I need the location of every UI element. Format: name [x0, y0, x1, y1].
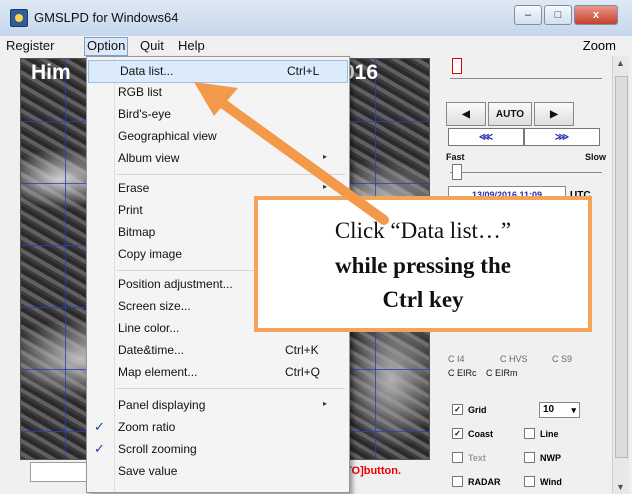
- checkbox-box: [524, 476, 535, 487]
- checkbox-box: [452, 452, 463, 463]
- prev-button[interactable]: ◀: [446, 102, 486, 126]
- fast-forward-button[interactable]: ⋙: [524, 128, 600, 146]
- callout-line-1: Click “Data list…”: [334, 218, 512, 243]
- next-button[interactable]: ▶: [534, 102, 574, 126]
- checkbox-box: [452, 476, 463, 487]
- instruction-callout: Click “Data list…” while pressing the Ct…: [254, 196, 592, 332]
- menu-item-panel-displaying[interactable]: Panel displaying ▸: [87, 395, 349, 416]
- checkmark-icon: ✓: [94, 419, 105, 434]
- checkbox-box: [524, 428, 535, 439]
- playback-buttons: ◀ AUTO ▶: [446, 102, 574, 126]
- close-button[interactable]: x: [574, 5, 618, 25]
- menu-item-album-view[interactable]: Album view ▸: [87, 148, 349, 169]
- submenu-arrow-icon: ▸: [323, 152, 328, 161]
- maximize-button[interactable]: □: [544, 5, 572, 25]
- app-window: GMSLPD for Windows64 – □ x Register Opti…: [0, 0, 632, 494]
- submenu-arrow-icon: ▸: [323, 182, 328, 191]
- radio-hvs[interactable]: C HVS: [500, 354, 528, 364]
- menu-option[interactable]: Option: [84, 37, 129, 56]
- auto-button[interactable]: AUTO: [488, 102, 532, 126]
- fast-label: Fast: [446, 152, 465, 162]
- slow-label: Slow: [584, 152, 606, 162]
- checkbox-box: [524, 452, 535, 463]
- callout-line-3: Ctrl key: [382, 287, 464, 312]
- menu-bar: Register Option Quit Help Zoom: [0, 36, 632, 56]
- menu-item-zoom-ratio[interactable]: ✓ Zoom ratio: [87, 417, 349, 438]
- radio-s9[interactable]: C S9: [552, 354, 572, 364]
- window-title: GMSLPD for Windows64: [34, 10, 179, 25]
- window-controls: – □ x: [514, 5, 618, 25]
- speed-labels: Fast Slow: [446, 152, 606, 162]
- status-hint: TO]button.: [345, 465, 401, 477]
- menu-zoom[interactable]: Zoom: [583, 38, 616, 53]
- speed-slider-knob[interactable]: [452, 164, 462, 180]
- coast-checkbox[interactable]: ✓ Coast: [452, 428, 493, 439]
- menu-item-geographical-view[interactable]: Geographical view: [87, 126, 349, 147]
- grid-checkbox[interactable]: ✓ Grid: [452, 404, 487, 415]
- grid-interval-select[interactable]: 10: [539, 402, 580, 418]
- menu-item-date-time[interactable]: Date&time... Ctrl+K: [87, 340, 349, 361]
- menu-separator: [117, 174, 345, 175]
- speed-buttons: ⋘ ⋙: [448, 128, 600, 146]
- line-checkbox[interactable]: Line: [524, 428, 559, 439]
- radio-eirm[interactable]: C EIRm: [486, 368, 518, 378]
- menu-item-save-value[interactable]: Save value: [87, 461, 349, 482]
- frame-slider-track[interactable]: [450, 78, 602, 79]
- menu-item-scroll-zooming[interactable]: ✓ Scroll zooming: [87, 439, 349, 460]
- callout-line-2: while pressing the: [335, 253, 511, 278]
- checkbox-box: ✓: [452, 428, 463, 439]
- checkbox-box: ✓: [452, 404, 463, 415]
- menu-item-birds-eye[interactable]: Bird's-eye: [87, 104, 349, 125]
- submenu-arrow-icon: ▸: [323, 399, 328, 408]
- radio-eirc[interactable]: C EIRc: [448, 368, 477, 378]
- nwp-checkbox[interactable]: NWP: [524, 452, 561, 463]
- image-title-left: Him: [31, 61, 71, 84]
- menu-item-map-element[interactable]: Map element... Ctrl+Q: [87, 362, 349, 383]
- panel-scrollbar[interactable]: ▲ ▼: [612, 56, 629, 494]
- text-checkbox[interactable]: Text: [452, 452, 486, 463]
- minimize-button[interactable]: –: [514, 5, 542, 25]
- scroll-up-icon[interactable]: ▲: [616, 58, 625, 68]
- app-icon: [10, 9, 28, 27]
- menu-help[interactable]: Help: [176, 38, 207, 53]
- radar-checkbox[interactable]: RADAR: [452, 476, 501, 487]
- scroll-thumb[interactable]: [615, 76, 628, 458]
- frame-slider-knob[interactable]: [452, 58, 462, 74]
- menu-item-data-list[interactable]: Data list... Ctrl+L: [88, 60, 348, 83]
- menu-item-rgb-list[interactable]: RGB list: [87, 82, 349, 103]
- grid-line: [65, 59, 66, 459]
- speed-slider-track[interactable]: [450, 172, 602, 173]
- checkmark-icon: ✓: [94, 441, 105, 456]
- menu-register[interactable]: Register: [4, 38, 56, 53]
- fast-back-button[interactable]: ⋘: [448, 128, 524, 146]
- menu-separator: [117, 388, 345, 389]
- radio-i4[interactable]: C I4: [448, 354, 465, 364]
- menu-quit[interactable]: Quit: [138, 38, 166, 53]
- scroll-down-icon[interactable]: ▼: [616, 482, 625, 492]
- title-bar: GMSLPD for Windows64 – □ x: [0, 0, 632, 37]
- wind-checkbox[interactable]: Wind: [524, 476, 562, 487]
